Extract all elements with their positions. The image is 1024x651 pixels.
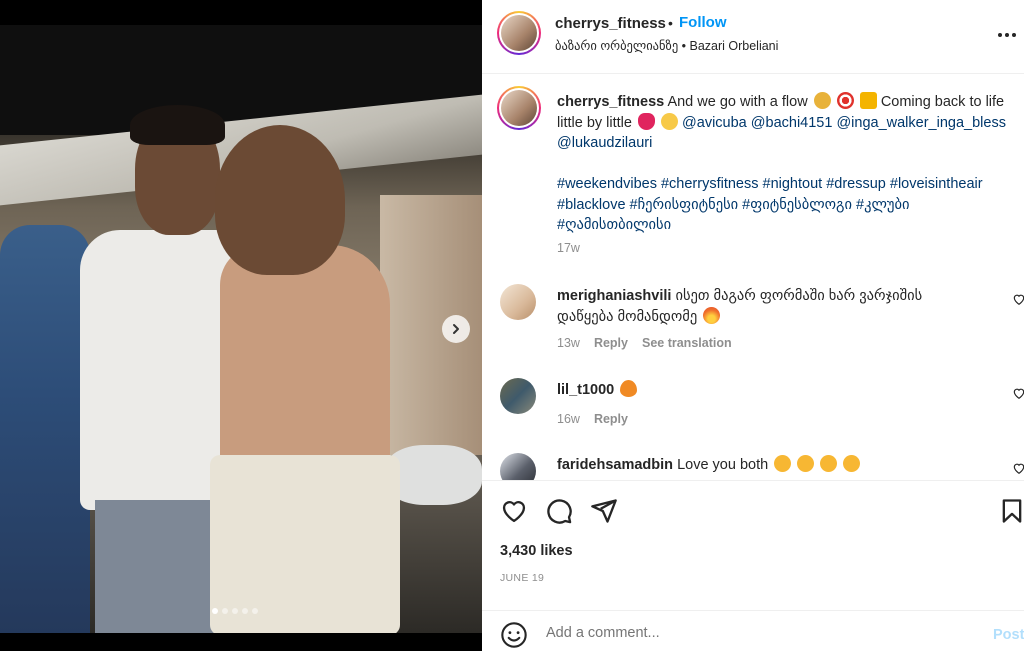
caption-line-1: And we go with a flow [667,94,808,110]
comment-text: lil_t1000 [557,380,977,401]
comment-body: Love you both [677,457,769,473]
carousel-dot [252,608,258,614]
more-options-icon[interactable] [998,22,1016,42]
comment-input[interactable] [546,625,966,641]
like-comment-heart-icon[interactable] [1012,461,1024,475]
commenter-avatar[interactable] [500,453,536,480]
commenter-avatar[interactable] [500,378,536,414]
party-popper-emoji [813,92,831,109]
comment-item: faridehsamadbin Love you both [500,453,1024,480]
comment-meta: 16w Reply [557,412,628,426]
commenter-username[interactable]: lil_t1000 [557,382,614,398]
post-date: JUNE 19 [500,572,545,584]
mention-link[interactable]: @inga_walker_inga_bless [836,115,1006,131]
commenter-username[interactable]: faridehsamadbin [557,457,673,473]
post-panel: cherrys_fitness • Follow ბაზარი ორბელიან… [482,0,1024,651]
red-heart-emoji [637,112,655,130]
carousel-dots [212,608,258,614]
post-header: cherrys_fitness • Follow ბაზარი ორბელიან… [482,0,1024,74]
bookmark-icon[interactable] [998,497,1024,525]
smiling-hearts-emoji [843,455,861,472]
share-icon[interactable] [590,497,618,525]
post-media [0,0,482,651]
add-comment-bar: Post [482,610,1024,651]
follow-button[interactable]: Follow [679,14,727,31]
carousel-next-button[interactable] [442,315,470,343]
comment-text: faridehsamadbin Love you both [557,455,977,476]
comment-meta: 13w Reply See translation [557,336,732,350]
smiling-hearts-emoji [820,455,838,472]
caption-username[interactable]: cherrys_fitness [557,94,664,110]
caption-avatar[interactable] [497,86,541,130]
carrot-emoji [620,380,638,397]
separator-dot: • [668,15,673,31]
comment-item: lil_t1000 16w Reply [500,378,1024,438]
heart-eyes-emoji [661,112,679,130]
comment-item: merighaniashvili ისეთ მაგარ ფორმაში ხარ … [500,284,1024,354]
fire-emoji [703,307,721,324]
commenter-avatar[interactable] [500,284,536,320]
chevron-right-icon [453,324,459,334]
emoji-picker-icon[interactable] [500,621,528,649]
heart-icon[interactable] [500,497,528,525]
like-comment-heart-icon[interactable] [1012,386,1024,400]
comment-icon[interactable] [545,497,573,525]
carousel-dot [232,608,238,614]
comment-text: merighaniashvili ისეთ მაგარ ფორმაში ხარ … [557,286,977,328]
post-comment-button[interactable]: Post [993,627,1024,643]
like-comment-heart-icon[interactable] [1012,292,1024,306]
reply-button[interactable]: Reply [594,412,628,426]
target-emoji [836,92,854,109]
comments-section: cherrys_fitness And we go with a flow Co… [482,75,1024,480]
location-link[interactable]: ბაზარი ორბელიანზე • Bazari Orbeliani [555,38,778,53]
commenter-username[interactable]: merighaniashvili [557,288,671,304]
smiling-hearts-emoji [797,455,815,472]
carousel-dot [242,608,248,614]
trophy-emoji [859,92,877,109]
reply-button[interactable]: Reply [594,336,628,350]
post-actions: 3,430 likes JUNE 19 [482,480,1024,610]
caption-hashtags[interactable]: #weekendvibes #cherrysfitness #nightout … [557,174,1017,236]
likes-count[interactable]: 3,430 likes [500,543,573,559]
author-username[interactable]: cherrys_fitness [555,15,666,32]
comment-timestamp: 13w [557,336,580,350]
carousel-dot [212,608,218,614]
mention-link[interactable]: @lukaudzilauri [557,135,652,151]
mention-link[interactable]: @bachi4151 [751,115,833,131]
mention-link[interactable]: @avicuba [682,115,747,131]
caption-text: cherrys_fitness And we go with a flow Co… [557,92,1012,154]
caption-timestamp: 17w [557,241,580,255]
author-avatar[interactable] [497,11,541,55]
post-photo[interactable] [0,25,482,633]
see-translation-button[interactable]: See translation [642,336,732,350]
smiling-hearts-emoji [774,455,792,472]
comment-timestamp: 16w [557,412,580,426]
carousel-dot [222,608,228,614]
